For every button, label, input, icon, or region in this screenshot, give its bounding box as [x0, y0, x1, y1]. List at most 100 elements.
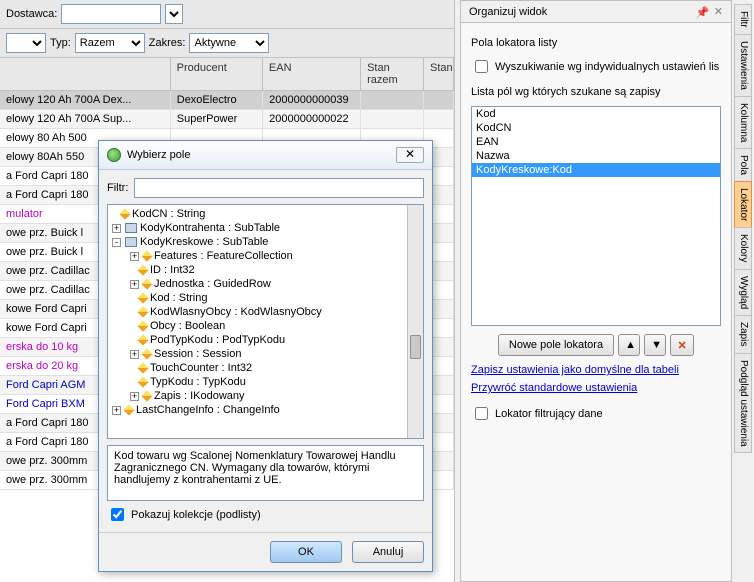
- cell-stanrazem: [361, 91, 424, 109]
- collapse-icon[interactable]: -: [112, 238, 121, 247]
- property-icon: [123, 404, 134, 415]
- tree-node-label: KodyKontrahenta : SubTable: [140, 222, 280, 234]
- delete-field-button[interactable]: ✕: [670, 334, 694, 356]
- property-icon: [137, 264, 148, 275]
- grid-header-stanrazem[interactable]: Stan razem: [361, 58, 424, 90]
- tree-node-label: Features : FeatureCollection: [154, 250, 293, 262]
- property-icon: [137, 334, 148, 345]
- list-item[interactable]: Nazwa: [472, 149, 720, 163]
- grid-header-name[interactable]: [0, 58, 171, 90]
- choose-field-dialog: Wybierz pole ✕ Filtr: KodCN : String+Kod…: [98, 140, 433, 572]
- tree-node[interactable]: +Session : Session: [130, 347, 423, 361]
- tree-node[interactable]: Kod : String: [130, 291, 423, 305]
- tree-node[interactable]: + Jednostka : GuidedRow: [130, 277, 423, 291]
- filter-toolbar-1: Dostawca:: [0, 0, 454, 29]
- tree-node[interactable]: + KodyKontrahenta : SubTable: [112, 221, 423, 235]
- scrollbar-thumb[interactable]: [410, 335, 421, 359]
- list-item[interactable]: Kod: [472, 107, 720, 121]
- tree-node[interactable]: KodCN : String: [112, 207, 423, 221]
- property-icon: [137, 376, 148, 387]
- show-collections-label: Pokazuj kolekcje (podlisty): [131, 509, 261, 521]
- dialog-titlebar[interactable]: Wybierz pole ✕: [99, 141, 432, 170]
- tree-node[interactable]: PodTypKodu : PodTypKodu: [130, 333, 423, 347]
- field-tree[interactable]: KodCN : String + KodyKontrahenta : SubTabl…: [107, 204, 424, 439]
- tree-node-label: ID : Int32: [150, 264, 195, 276]
- tree-node-label: TouchCounter : Int32: [150, 362, 252, 374]
- list-item[interactable]: EAN: [472, 135, 720, 149]
- cell-stan: [424, 110, 454, 128]
- filter-input[interactable]: [134, 178, 424, 198]
- grid-header: Producent EAN Stan razem Stan: [0, 58, 454, 91]
- expand-icon[interactable]: +: [130, 252, 139, 261]
- side-tab-filtr[interactable]: Filtr: [734, 4, 752, 35]
- ok-button[interactable]: OK: [270, 541, 342, 563]
- tree-node-label: Jednostka : GuidedRow: [154, 278, 271, 290]
- tree-node[interactable]: + Zapis : IKodowany: [130, 389, 423, 403]
- table-icon: [125, 223, 137, 233]
- filter-toolbar-2: Typ: Razem Zakres: Aktywne: [0, 29, 454, 58]
- grid-header-stan[interactable]: Stan: [424, 58, 454, 90]
- zakres-select[interactable]: Aktywne: [189, 33, 269, 53]
- move-down-button[interactable]: ▼: [644, 334, 666, 356]
- side-tab-kolory[interactable]: Kolory: [734, 227, 752, 269]
- tree-node[interactable]: -KodyKreskowe : SubTable: [112, 235, 423, 249]
- typ-select[interactable]: Razem: [75, 33, 145, 53]
- restore-defaults-link[interactable]: Przywróć standardowe ustawienia: [471, 382, 721, 394]
- save-defaults-link[interactable]: Zapisz ustawienia jako domyślne dla tabe…: [471, 364, 721, 376]
- right-close-icon[interactable]: ✕: [714, 5, 723, 18]
- expand-icon[interactable]: +: [112, 406, 121, 415]
- unknown-select-1[interactable]: [6, 33, 46, 53]
- tree-node[interactable]: KodWlasnyObcy : KodWlasnyObcy: [130, 305, 423, 319]
- tree-node[interactable]: ID : Int32: [130, 263, 423, 277]
- property-icon: [137, 306, 148, 317]
- expand-icon[interactable]: +: [112, 224, 121, 233]
- property-icon: [141, 390, 152, 401]
- right-title-text: Organizuj widok: [469, 6, 547, 18]
- grid-header-ean[interactable]: EAN: [263, 58, 361, 90]
- tree-scrollbar[interactable]: [407, 205, 423, 438]
- side-tab-lokator[interactable]: Lokator: [734, 181, 752, 228]
- side-tab-ustawienia[interactable]: Ustawienia: [734, 34, 752, 97]
- locator-fields-listbox[interactable]: KodKodCNEANNazwaKodyKreskowe:Kod: [471, 106, 721, 326]
- tree-node[interactable]: TypKodu : TypKodu: [130, 375, 423, 389]
- locator-fields-group-label: Pola lokatora listy: [471, 37, 721, 49]
- tree-node-label: Zapis : IKodowany: [154, 390, 245, 402]
- dostawca-input[interactable]: [61, 4, 161, 24]
- side-tab-wygląd[interactable]: Wygląd: [734, 269, 752, 316]
- new-locator-field-button[interactable]: Nowe pole lokatora: [498, 334, 614, 356]
- expand-icon[interactable]: +: [130, 280, 139, 289]
- side-tab-zapis[interactable]: Zapis: [734, 315, 752, 353]
- tree-node[interactable]: + Features : FeatureCollection: [130, 249, 423, 263]
- property-icon: [141, 250, 152, 261]
- show-collections-checkbox[interactable]: [111, 508, 124, 521]
- table-row[interactable]: elowy 120 Ah 700A Sup...SuperPower200000…: [0, 110, 454, 129]
- grid-header-producent[interactable]: Producent: [171, 58, 263, 90]
- list-item[interactable]: KodCN: [472, 121, 720, 135]
- filtering-locator-checkbox[interactable]: [475, 407, 488, 420]
- tree-node-label: KodWlasnyObcy : KodWlasnyObcy: [150, 306, 322, 318]
- typ-label: Typ:: [50, 37, 71, 49]
- individual-search-checkbox[interactable]: [475, 60, 488, 73]
- expand-icon[interactable]: +: [130, 350, 139, 359]
- pin-icon[interactable]: 📌: [696, 6, 708, 18]
- side-tab-pola[interactable]: Pola: [734, 148, 752, 182]
- app-icon: [107, 148, 121, 162]
- tree-node[interactable]: TouchCounter : Int32: [130, 361, 423, 375]
- list-item[interactable]: KodyKreskowe:Kod: [472, 163, 720, 177]
- cell-ean: 2000000000022: [263, 110, 361, 128]
- table-row[interactable]: elowy 120 Ah 700A Dex...DexoElectro20000…: [0, 91, 454, 110]
- move-up-button[interactable]: ▲: [618, 334, 640, 356]
- dialog-button-row: OK Anuluj: [99, 532, 432, 571]
- dialog-close-button[interactable]: ✕: [396, 147, 424, 163]
- tree-node[interactable]: Obcy : Boolean: [130, 319, 423, 333]
- tree-node-label: Obcy : Boolean: [150, 320, 225, 332]
- cancel-button[interactable]: Anuluj: [352, 541, 424, 563]
- tree-node[interactable]: +LastChangeInfo : ChangeInfo: [112, 403, 423, 417]
- side-tab-kolumna[interactable]: Kolumna: [734, 96, 752, 149]
- expand-icon[interactable]: +: [130, 392, 139, 401]
- side-tab-podgląd-ustawienia[interactable]: Podgląd ustawienia: [734, 353, 752, 454]
- dostawca-label: Dostawca:: [6, 8, 57, 20]
- tree-node-label: TypKodu : TypKodu: [150, 376, 246, 388]
- dostawca-dropdown[interactable]: [165, 4, 183, 24]
- right-panel-title: Organizuj widok 📌 ✕: [461, 1, 731, 23]
